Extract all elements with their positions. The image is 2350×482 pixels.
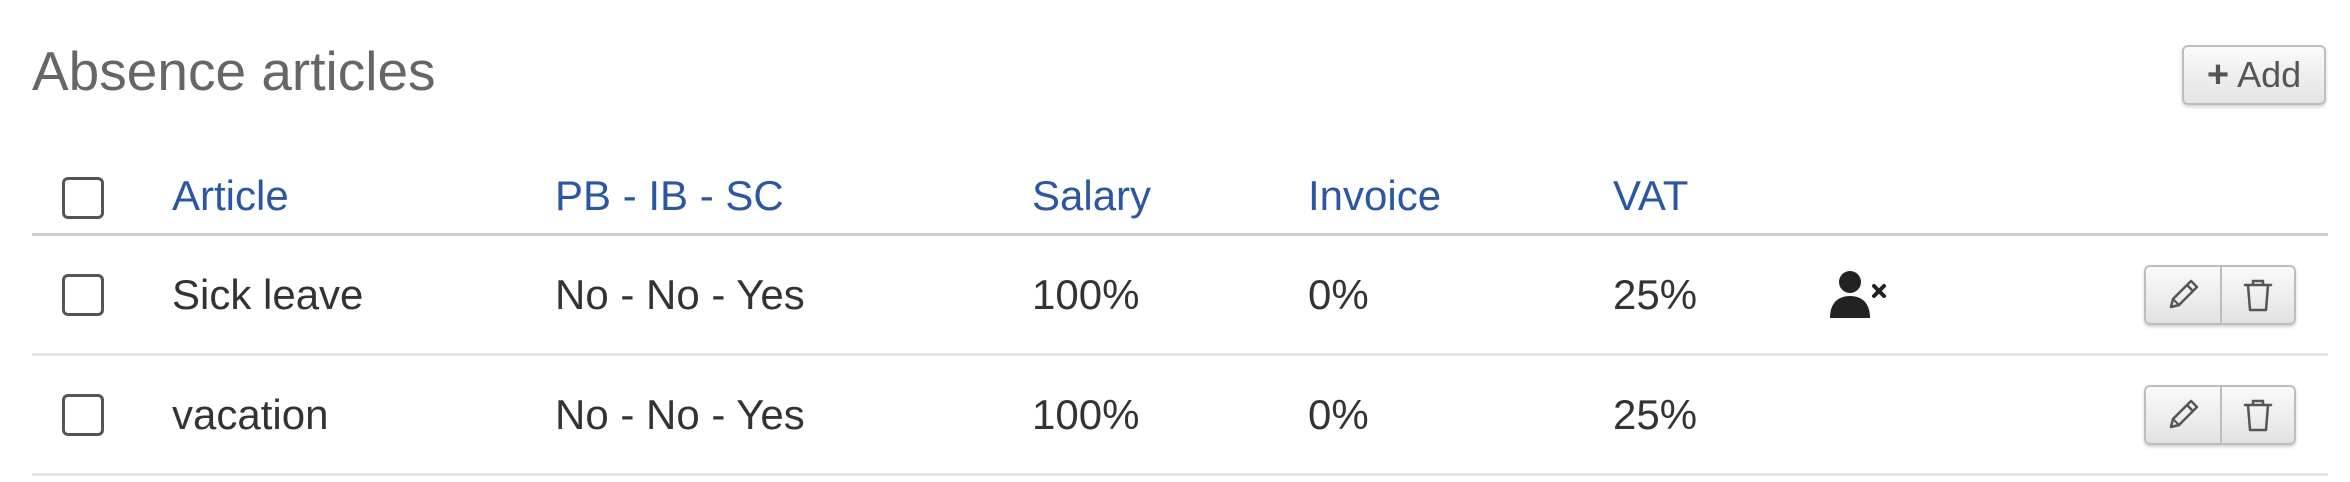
article-cell: vacation [172, 390, 329, 438]
table-header-row: Article PB - IB - SC Salary Invoice VAT [32, 160, 2328, 236]
column-header-vat[interactable]: VAT [1613, 160, 1688, 233]
salary-cell: 100% [1032, 390, 1140, 438]
pb-ib-sc-cell: No - No - Yes [555, 270, 805, 318]
column-header-article[interactable]: Article [172, 160, 289, 233]
absence-articles-table: Article PB - IB - SC Salary Invoice VAT … [32, 160, 2328, 476]
vat-cell: 25% [1613, 270, 1698, 318]
edit-button[interactable] [2146, 267, 2220, 323]
salary-cell: 100% [1032, 270, 1140, 318]
article-cell: Sick leave [172, 270, 364, 318]
delete-button[interactable] [2220, 386, 2294, 443]
row-actions [2144, 236, 2296, 353]
page-title: Absence articles [32, 40, 436, 102]
pb-ib-sc-cell: No - No - Yes [555, 390, 805, 438]
row-checkbox[interactable] [62, 273, 104, 316]
add-button[interactable]: + Add [2182, 45, 2326, 105]
invoice-cell: 0% [1308, 390, 1369, 438]
plus-icon: + [2206, 53, 2230, 96]
column-header-invoice[interactable]: Invoice [1308, 160, 1441, 233]
row-select-cell [62, 356, 104, 473]
select-all-checkbox[interactable] [62, 177, 104, 219]
row-action-group [2144, 264, 2296, 325]
vat-cell: 25% [1613, 390, 1698, 438]
column-header-salary[interactable]: Salary [1032, 160, 1151, 233]
table-row: vacation No - No - Yes 100% 0% 25% [32, 356, 2328, 476]
delete-button[interactable] [2220, 266, 2294, 323]
row-select-cell [62, 236, 104, 353]
invoice-cell: 0% [1308, 270, 1369, 318]
row-checkbox[interactable] [62, 393, 104, 436]
trash-icon [2238, 275, 2278, 315]
pencil-icon [2163, 395, 2203, 435]
add-button-label: Add [2237, 54, 2302, 95]
row-actions [2144, 356, 2296, 473]
table-row: Sick leave No - No - Yes 100% 0% 25% [32, 236, 2328, 356]
pencil-icon [2163, 275, 2203, 315]
trash-icon [2238, 395, 2278, 435]
edit-button[interactable] [2146, 387, 2220, 443]
person-x-icon [1830, 236, 1888, 353]
column-header-pb-ib-sc[interactable]: PB - IB - SC [555, 160, 784, 233]
row-action-group [2144, 384, 2296, 445]
select-all-cell [62, 160, 104, 233]
